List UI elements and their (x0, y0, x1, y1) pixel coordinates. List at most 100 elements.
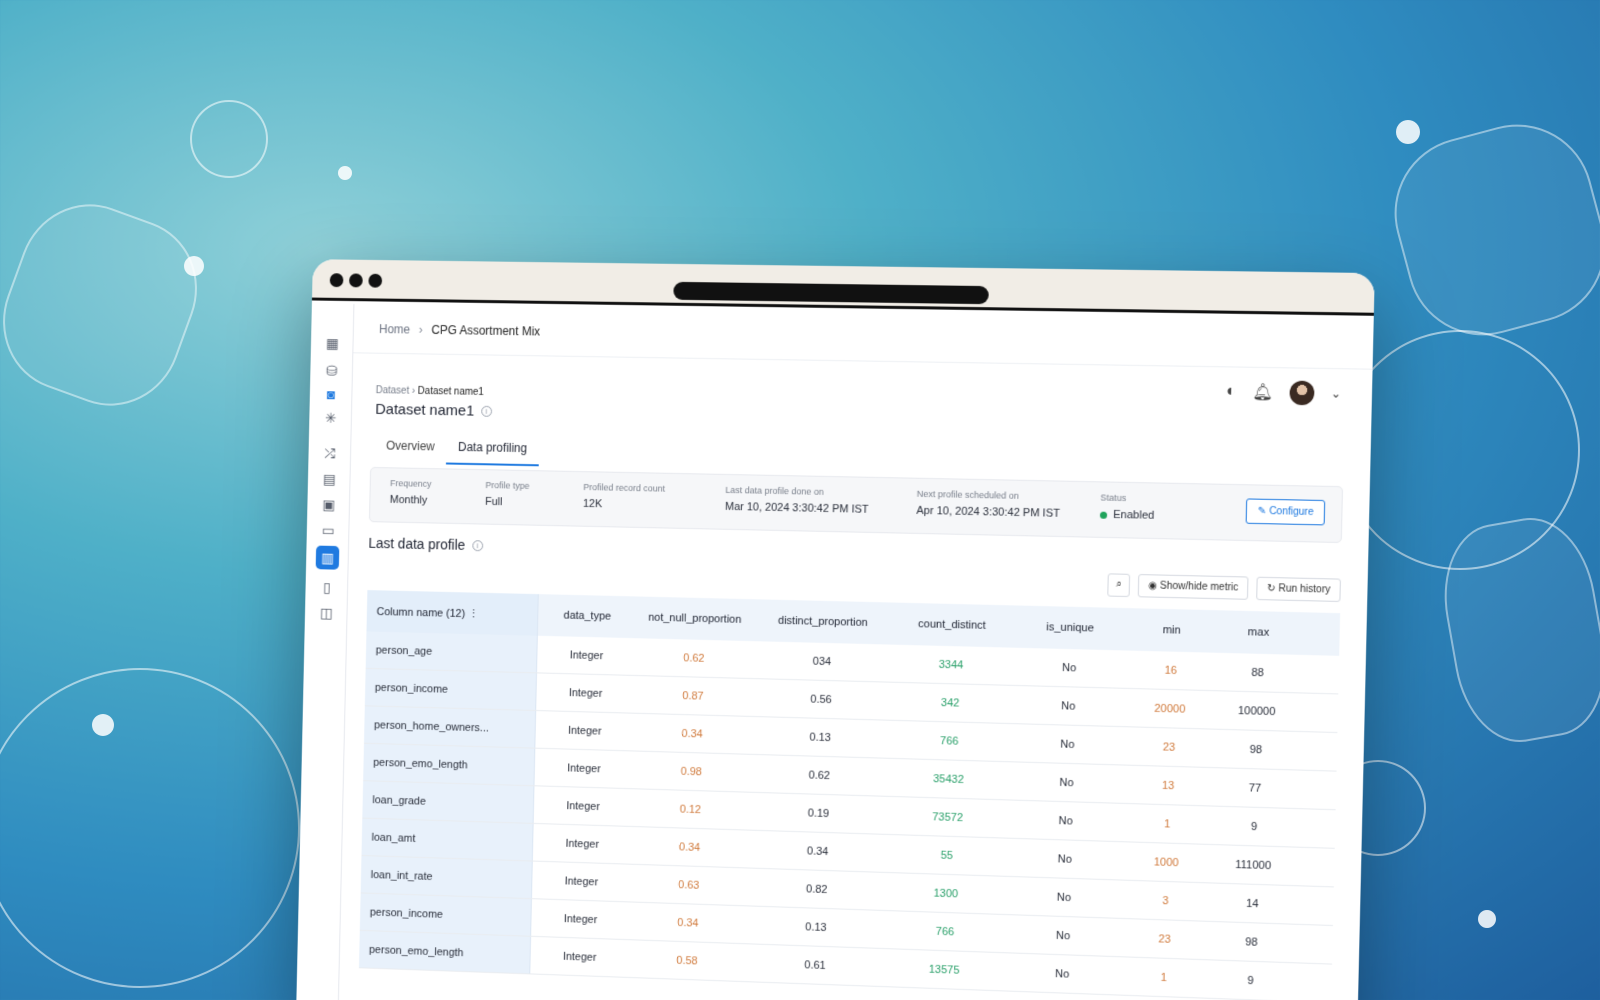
column-header[interactable]: data_type (538, 609, 636, 623)
tab-overview[interactable]: Overview (374, 431, 447, 465)
main-content: Home › CPG Assortment Mix ◐ 🔔︎ ⌄ Dataset… (339, 304, 1374, 1000)
status-label: Status (1100, 492, 1127, 504)
configure-label: Configure (1268, 505, 1314, 519)
search-button[interactable]: ⌕ (1107, 573, 1131, 598)
data-profiling-icon[interactable]: ▥ (315, 545, 340, 570)
header-actions: ◐ 🔔︎ ⌄ (1226, 380, 1342, 406)
info-icon[interactable]: i (471, 539, 483, 551)
report-icon[interactable]: ▯ (315, 575, 339, 599)
table-cell: Integer (563, 912, 598, 926)
breadcrumb-current: CPG Assortment Mix (431, 322, 541, 338)
table-cell: 13575 (928, 963, 960, 977)
refresh-icon: ↻ (1266, 583, 1279, 595)
avatar[interactable] (1289, 380, 1315, 406)
column-header[interactable]: max (1214, 625, 1302, 639)
table-cell: 77 (1248, 781, 1262, 795)
bg-blob (1377, 107, 1600, 353)
bg-dot (92, 714, 114, 736)
calendar-icon[interactable]: ▣ (317, 492, 341, 516)
bg-bubble (190, 100, 268, 178)
next-profile-field: Next profile scheduled on Apr 10, 2024 3… (916, 489, 1060, 520)
window-close-button[interactable] (329, 273, 344, 288)
table-cell: 0.63 (678, 878, 700, 892)
table-cell: No (1055, 929, 1071, 942)
table-cell: person_income (359, 893, 532, 936)
table-cell: No (1057, 852, 1073, 866)
tab-data-profiling[interactable]: Data profiling (445, 431, 540, 467)
bell-icon[interactable]: 🔔︎ (1252, 382, 1273, 403)
configure-button[interactable]: ✎ Configure (1246, 498, 1326, 526)
edit-icon: ✎ (1257, 505, 1270, 518)
window-maximize-button[interactable] (368, 273, 383, 288)
bg-bubble (0, 668, 300, 988)
theme-toggle-icon[interactable]: ◐ (1226, 383, 1236, 401)
app-window: ▦ ⛁ ◙ ✳ ⤮ ▤ ▣ ▭ ▥ ▯ ◫ Home › CPG Assortm… (296, 259, 1375, 1000)
table-cell: No (1061, 661, 1077, 674)
status-dot-icon (1099, 511, 1108, 519)
table-cell: 16 (1164, 664, 1178, 677)
last-profile-value: Mar 10, 2024 3:30:42 PM IST (724, 500, 869, 516)
table-body: person_age Integer 0.62 034 3344 No 16 88 person… (358, 631, 1340, 1000)
dashboard-icon[interactable]: ▦ (320, 331, 344, 355)
profile-summary: Frequency Monthly Profile type Full Prof… (368, 466, 1344, 544)
table-cell: Integer (566, 761, 601, 775)
breadcrumb-home[interactable]: Home (379, 322, 410, 336)
save-icon[interactable]: ◫ (314, 601, 338, 625)
table-cell: 111000 (1235, 858, 1272, 872)
column-header[interactable]: count_distinct (893, 618, 1012, 633)
table-cell: 0.62 (808, 768, 831, 782)
table-cell: Integer (564, 874, 599, 888)
document-check-icon[interactable]: ▤ (317, 467, 341, 491)
table-cell: 0.34 (806, 844, 829, 858)
search-icon: ⌕ (1115, 578, 1122, 590)
table-cell: 13 (1161, 779, 1175, 792)
profile-table: Column name (12) ⋮ data_type not_null_pr… (358, 590, 1341, 1000)
column-header[interactable]: is_unique (1011, 620, 1129, 635)
info-icon[interactable]: i (480, 405, 492, 417)
section-title-text: Last data profile (368, 534, 466, 553)
table-cell: 3 (1162, 894, 1169, 907)
monitor-icon[interactable]: ▭ (316, 518, 340, 542)
table-cell: loan_int_rate (360, 856, 533, 899)
bg-dot (1396, 120, 1420, 144)
table-cell: No (1060, 738, 1075, 751)
show-hide-metric-button[interactable]: ◉ Show/hide metric (1137, 574, 1249, 600)
status-badge: Enabled (1099, 508, 1155, 522)
shuffle-icon[interactable]: ⤮ (318, 441, 342, 465)
record-count-value: 12K (582, 497, 603, 511)
eye-icon: ◉ (1148, 580, 1161, 592)
table-cell: 98 (1249, 743, 1263, 756)
table-cell: No (1056, 891, 1072, 904)
column-header[interactable]: distinct_proportion (753, 614, 893, 629)
column-header[interactable]: Column name (12) ⋮ (366, 590, 539, 636)
profile-toolbar: ⌕ ◉ Show/hide metric ↻ Run history (1107, 573, 1341, 602)
chevron-down-icon[interactable]: ⌄ (1331, 386, 1342, 400)
table-cell: 0.62 (683, 651, 705, 665)
table-cell: 0.87 (682, 689, 704, 703)
status-value: Enabled (1113, 508, 1155, 522)
next-profile-value: Apr 10, 2024 3:30:42 PM IST (916, 504, 1061, 520)
sparkle-icon[interactable]: ✳ (319, 406, 343, 430)
table-cell: 88 (1251, 666, 1264, 679)
table-cell: 55 (940, 849, 954, 862)
table-cell: 3344 (938, 658, 964, 672)
run-history-button[interactable]: ↻ Run history (1256, 576, 1341, 602)
database-icon[interactable]: ⛁ (320, 359, 344, 383)
table-cell: person_emo_length (363, 743, 536, 786)
table-cell: 1 (1160, 971, 1167, 984)
table-cell: Integer (565, 837, 600, 851)
table-cell: 0.34 (681, 727, 703, 741)
dataset-crumb-parent[interactable]: Dataset (376, 385, 410, 396)
device-notch (673, 281, 989, 305)
table-cell: Integer (567, 724, 602, 738)
table-cell: 766 (935, 925, 955, 938)
table-cell: 034 (812, 655, 832, 668)
table-cell: loan_amt (361, 818, 534, 861)
column-header[interactable]: not_null_proportion (636, 611, 753, 626)
table-cell: 766 (939, 734, 959, 748)
column-header[interactable]: min (1129, 623, 1215, 637)
window-minimize-button[interactable] (348, 273, 363, 288)
last-profile-field: Last data profile done on Mar 10, 2024 3… (725, 485, 869, 516)
chip-icon[interactable]: ◙ (319, 382, 343, 406)
table-cell: No (1059, 776, 1074, 789)
